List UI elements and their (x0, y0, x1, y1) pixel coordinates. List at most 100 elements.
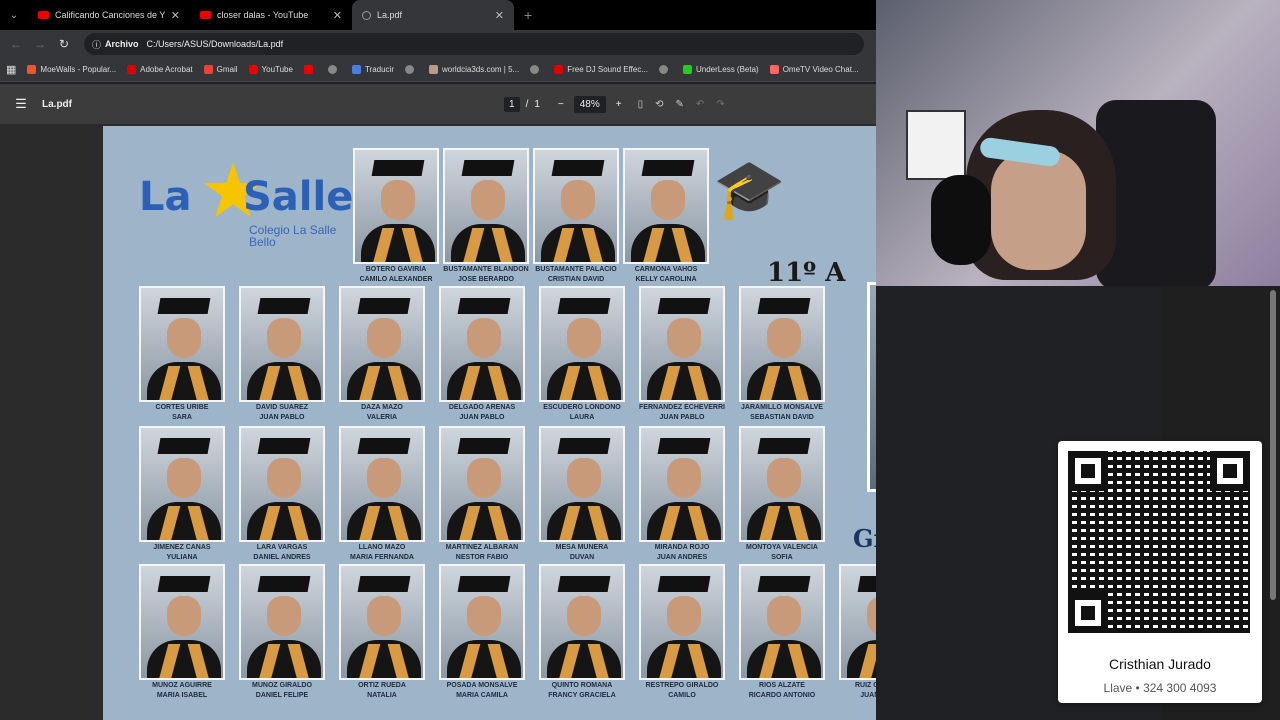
pdf-filename: La.pdf (42, 98, 72, 110)
student-name-line-2: CAMILO (668, 692, 696, 699)
bookmark-underless[interactable]: UnderLess (Beta) (683, 65, 759, 74)
apps-grid-icon[interactable]: ▦ (6, 63, 16, 76)
student-card: DELGADO ARENAS JUAN PABLO (439, 286, 525, 422)
student-photo (339, 286, 425, 402)
student-name-line-1: MARTINEZ ALBARAN (445, 544, 519, 551)
pdf-viewer[interactable]: La ★ Salle Colegio La Salle Bello 🎓 11º … (0, 124, 876, 720)
forward-arrow-icon[interactable]: → (28, 37, 52, 51)
student-name-line-2: SOFIA (771, 554, 793, 561)
streamer-face (991, 150, 1086, 270)
student-name-line-1: ESCUDERO LONDOÑO (543, 404, 621, 411)
student-name-line-1: DAZA MAZO (361, 404, 403, 411)
student-photo (139, 286, 225, 402)
student-name-line-1: ORTIZ RUEDA (358, 682, 406, 689)
graduation-cap-icon (557, 298, 611, 314)
bookmark-moewalls[interactable]: MoeWalls - Popular... (27, 65, 116, 74)
undo-icon[interactable]: ↶ (696, 99, 704, 110)
tab-strip: ⌄ Calificando Canciones de Youtu ✕ close… (0, 0, 876, 30)
student-photo (339, 426, 425, 542)
student-name-line-1: MESA MUNERA (555, 544, 609, 551)
student-name-line-2: DUVAN (569, 554, 595, 561)
bookmark-ometv[interactable]: OmeTV Video Chat... (769, 65, 859, 74)
close-tab-icon[interactable]: ✕ (333, 9, 342, 22)
tab-title: closer dalas - YouTube (217, 10, 309, 20)
payment-key: Llave • 324 300 4093 (1103, 681, 1217, 695)
student-card: DAVID SUAREZ JUAN PABLO (239, 286, 325, 422)
bookmark-acrobat[interactable]: Adobe Acrobat (127, 65, 193, 74)
close-tab-icon[interactable]: ✕ (495, 9, 504, 22)
graduation-cap-icon (257, 576, 311, 592)
bookmark-globe-4[interactable] (659, 65, 672, 74)
bookmark-youtube-2[interactable] (303, 65, 317, 74)
globe-icon (327, 65, 337, 74)
student-name-line-1: JIMENEZ CAÑAS (153, 544, 211, 551)
bookmark-youtube[interactable]: YouTube (248, 65, 293, 74)
graduation-cap-icon (657, 438, 711, 454)
zoom-input[interactable]: 48% (573, 95, 606, 113)
rotate-icon[interactable]: ⟲ (655, 99, 663, 110)
zoom-in-icon[interactable]: + (616, 99, 622, 110)
student-photo (639, 564, 725, 680)
bookmark-globe-2[interactable] (405, 65, 418, 74)
student-card: CORTES URIBE SARA (139, 286, 225, 422)
underless-icon (683, 65, 692, 74)
tab-1[interactable]: Calificando Canciones de Youtu ✕ (28, 0, 190, 30)
student-name-line-1: BUSTAMANTE PALACIO (535, 266, 617, 273)
student-photo (353, 148, 439, 264)
scrollbar[interactable] (1270, 290, 1276, 600)
ometv-icon (769, 65, 779, 74)
student-card: ESCUDERO LONDOÑO LAURA (539, 286, 625, 422)
student-name-line-2: JUAN PABLO (459, 414, 505, 421)
bookmark-globe[interactable] (327, 65, 341, 74)
student-photo (239, 286, 325, 402)
student-card: QUINTO ROMAÑA FRANCY GRACIELA (539, 564, 625, 700)
student-name-line-1: MONTOYA VALENCIA (746, 544, 818, 551)
new-tab-icon[interactable]: + (524, 7, 532, 23)
student-name-line-2: SARA (172, 414, 192, 421)
qr-code (1068, 451, 1250, 633)
microphone-icon (931, 175, 991, 265)
tab-3-active[interactable]: La.pdf ✕ (352, 0, 514, 30)
menu-icon[interactable]: ☰ (0, 96, 42, 112)
back-arrow-icon[interactable]: ← (4, 37, 28, 51)
redo-icon[interactable]: ↷ (716, 99, 724, 110)
page-total: 1 (534, 98, 540, 110)
pdf-toolbar: ☰ La.pdf 1 / 1 − 48% + ▯ ⟲ ✎ ↶ ↷ (0, 84, 876, 124)
youtube-icon (248, 65, 258, 74)
student-photo (639, 286, 725, 402)
tab-2[interactable]: closer dalas - YouTube ✕ (190, 0, 352, 30)
student-card: RIOS ALZATE RICARDO ANTONIO (739, 564, 825, 700)
student-photo (439, 426, 525, 542)
page-input[interactable]: 1 (504, 96, 520, 112)
student-name-line-1: RUIZ CARDONA (854, 682, 876, 689)
annotate-pen-icon[interactable]: ✎ (676, 99, 684, 110)
zoom-out-icon[interactable]: − (558, 99, 564, 110)
student-photo (239, 426, 325, 542)
graduation-cap-icon: 🎓 (713, 157, 786, 222)
bookmark-traducir[interactable]: Traducir (351, 65, 394, 74)
student-name-line-1: MIRANDA ROJO (654, 544, 710, 551)
navigation-toolbar: ← → ↻ ⓘ Archivo C:/Users/ASUS/Downloads/… (0, 30, 876, 58)
tab-search-icon[interactable]: ⌄ (0, 10, 28, 21)
graduation-cap-icon (757, 576, 811, 592)
bookmark-dj-sounds[interactable]: Free DJ Sound Effec... (554, 65, 648, 74)
bookmark-worldcia[interactable]: worldcia3ds.com | 5... (429, 65, 519, 74)
fit-page-icon[interactable]: ▯ (638, 99, 644, 110)
student-name-line-1: MUNOZ GIRALDO (252, 682, 312, 689)
student-card: LLANO MAZO MARIA FERNANDA (339, 426, 425, 562)
info-icon[interactable]: ⓘ (92, 38, 101, 51)
student-card: MUNOZ AGUIRRE MARIA ISABEL (139, 564, 225, 700)
graduation-cap-icon (257, 298, 311, 314)
bookmark-globe-3[interactable] (530, 65, 543, 74)
framed-certificate (906, 110, 966, 180)
graduation-cap-icon (657, 576, 711, 592)
close-tab-icon[interactable]: ✕ (171, 9, 180, 22)
address-bar[interactable]: ⓘ Archivo C:/Users/ASUS/Downloads/La.pdf (84, 33, 864, 55)
bookmark-gmail[interactable]: Gmail (203, 65, 238, 74)
student-photo (739, 286, 825, 402)
graduation-cap-icon (557, 576, 611, 592)
youtube-icon (200, 11, 211, 19)
reload-icon[interactable]: ↻ (52, 37, 76, 51)
acrobat-icon (127, 65, 137, 74)
student-name-line-1: DELGADO ARENAS (448, 404, 516, 411)
